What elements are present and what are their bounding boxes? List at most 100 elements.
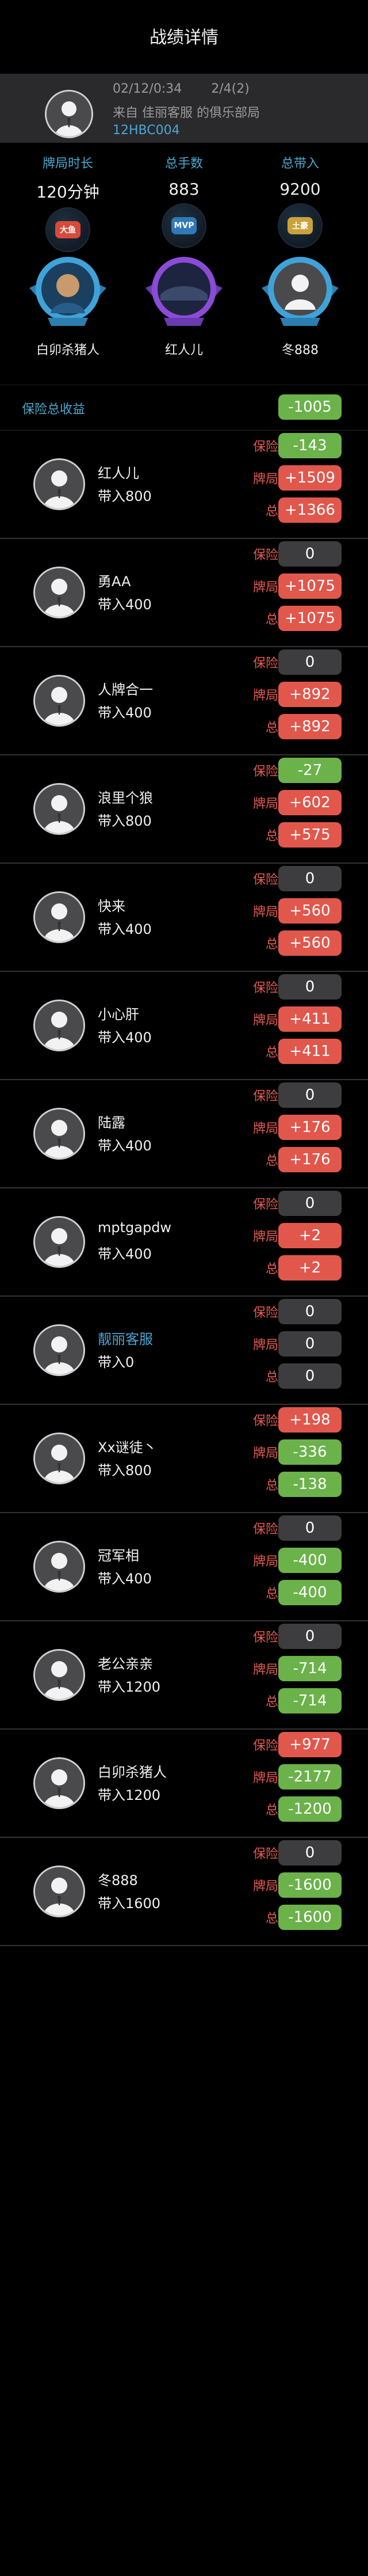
game-round: 2/4(2) (211, 82, 250, 96)
player-name: 靓丽客服 (98, 1331, 153, 1347)
player-buyin: 带入800 (98, 488, 152, 504)
insurance-value: 0 (278, 1840, 342, 1865)
total-value: +411 (278, 1039, 342, 1064)
player-row[interactable]: 冠军相 带入400 保险收益 0 牌局收益 -400 总收益 -400 (0, 1513, 368, 1621)
player-buyin: 带入400 (98, 1029, 152, 1046)
total-value: +176 (278, 1147, 342, 1172)
default-user-icon (47, 92, 91, 136)
player-name: 红人儿 (98, 465, 139, 481)
hand-value: -400 (278, 1548, 342, 1573)
player-avatar[interactable] (33, 1541, 85, 1593)
player-row[interactable]: 冬888 带入1600 保险收益 0 牌局收益 -1600 总收益 -1600 (0, 1838, 368, 1946)
player-name: 浪里个狼 (98, 790, 153, 806)
player-row[interactable]: 人牌合一 带入400 保险收益 0 牌局收益 +892 总收益 +892 (0, 647, 368, 755)
player-buyin: 带入800 (98, 813, 152, 829)
stat-buyin-label: 总带入 (281, 157, 319, 171)
player-buyin: 带入400 (98, 705, 152, 721)
player-row[interactable]: 靓丽客服 带入0 保险收益 0 牌局收益 0 总收益 0 (0, 1297, 368, 1405)
player-buyin: 带入400 (98, 1571, 152, 1587)
player-avatar[interactable] (33, 567, 85, 618)
player-row[interactable]: 浪里个狼 带入800 保险收益 -27 牌局收益 +602 总收益 +575 (0, 755, 368, 864)
hand-value: +1509 (278, 465, 342, 491)
medal-mvp[interactable]: 红人儿 (126, 248, 241, 358)
medal-big-fish[interactable]: 白卯杀猪人 (10, 248, 125, 358)
hand-value: +560 (278, 898, 342, 924)
insurance-value: 0 (278, 649, 342, 675)
player-avatar-icon (35, 1867, 83, 1916)
stat-buyin: 总带入 9200 土豪 (243, 153, 358, 248)
insurance-value: 0 (278, 1299, 342, 1324)
insurance-value: 0 (278, 1082, 342, 1108)
player-row[interactable]: 快来 带入400 保险收益 0 牌局收益 +560 总收益 +560 (0, 864, 368, 972)
player-name: 冠军相 (98, 1548, 139, 1564)
player-buyin: 带入0 (98, 1354, 135, 1370)
hand-value: +411 (278, 1006, 342, 1032)
insurance-value: 0 (278, 1515, 342, 1541)
player-avatar[interactable] (33, 1649, 85, 1701)
player-row[interactable]: 陆露 带入400 保险收益 0 牌局收益 +176 总收益 +176 (0, 1080, 368, 1188)
player-avatar[interactable] (33, 1000, 85, 1051)
hand-value: +602 (278, 790, 342, 815)
insurance-value: 0 (278, 866, 342, 891)
stat-hands: 总手数 883 MVP (126, 153, 241, 248)
hand-value: -1600 (278, 1872, 342, 1898)
game-code: 12HBC004 (113, 123, 180, 138)
total-value: +1075 (278, 606, 342, 631)
player-avatar[interactable] (33, 1433, 85, 1484)
hand-value: +2 (278, 1223, 342, 1248)
stat-duration: 牌局时长 120分钟 大鱼 (10, 153, 125, 252)
total-value: +560 (278, 930, 342, 956)
player-row[interactable]: mptgapdw 带入400 保险收益 0 牌局收益 +2 总收益 +2 (0, 1188, 368, 1297)
player-avatar[interactable] (33, 891, 85, 943)
player-avatar-icon (35, 1326, 83, 1374)
player-avatar[interactable] (33, 675, 85, 727)
player-name: Xx谜徒丶 (98, 1439, 157, 1456)
player-avatar-icon (35, 460, 83, 508)
medal-ring-icon (257, 248, 343, 334)
player-avatar-icon (35, 785, 83, 833)
hand-value: -714 (278, 1656, 342, 1681)
player-avatar-icon (35, 1542, 83, 1591)
player-row[interactable]: 红人儿 带入800 保险收益 -143 牌局收益 +1509 总收益 +1366 (0, 431, 368, 539)
player-avatar[interactable] (33, 1757, 85, 1809)
player-list: 红人儿 带入800 保险收益 -143 牌局收益 +1509 总收益 +1366… (0, 431, 368, 1946)
player-avatar[interactable] (33, 458, 85, 510)
player-row[interactable]: 勇AA 带入400 保险收益 0 牌局收益 +1075 总收益 +1075 (0, 539, 368, 647)
player-buyin: 带入400 (98, 596, 152, 613)
player-name: 小心肝 (98, 1006, 139, 1023)
medal-name: 冬888 (282, 343, 319, 358)
player-avatar-icon (35, 1218, 83, 1266)
player-row[interactable]: 白卯杀猪人 带入1200 保险收益 +977 牌局收益 -2177 总收益 -1… (0, 1730, 368, 1838)
medal-ring-icon (141, 248, 227, 334)
insurance-value: +198 (278, 1407, 342, 1433)
player-row[interactable]: Xx谜徒丶 带入800 保险收益 +198 牌局收益 -336 总收益 -138 (0, 1405, 368, 1513)
player-name: 冬888 (98, 1872, 138, 1889)
total-value: +2 (278, 1255, 342, 1281)
player-avatar-icon (35, 1651, 83, 1699)
player-avatar-icon (35, 1110, 83, 1158)
tycoon-badge-icon: 土豪 (278, 203, 323, 248)
player-name: 陆露 (98, 1115, 125, 1131)
player-name: 快来 (98, 898, 125, 914)
player-buyin: 带入1200 (98, 1787, 161, 1803)
player-name: 人牌合一 (98, 682, 153, 698)
player-row[interactable]: 老公亲亲 带入1200 保险收益 0 牌局收益 -714 总收益 -714 (0, 1621, 368, 1730)
player-avatar[interactable] (33, 783, 85, 835)
player-avatar[interactable] (33, 1216, 85, 1268)
player-avatar[interactable] (33, 1324, 85, 1376)
player-avatar-icon (35, 568, 83, 617)
player-row[interactable]: 小心肝 带入400 保险收益 0 牌局收益 +411 总收益 +411 (0, 972, 368, 1080)
insurance-total-row: 保险总收益 -1005 (0, 385, 368, 431)
game-date: 02/12/0:34 (113, 82, 182, 96)
total-value: +575 (278, 822, 342, 848)
player-avatar[interactable] (33, 1865, 85, 1917)
game-source: 来自 佳丽客服 的俱乐部局 (113, 106, 260, 120)
total-value: +1366 (278, 497, 342, 523)
medal-tycoon[interactable]: 冬888 (243, 248, 358, 358)
player-buyin: 带入400 (98, 921, 152, 937)
stat-hands-value: 883 (168, 180, 200, 199)
insurance-total-label: 保险总收益 (22, 402, 86, 417)
total-value: -1600 (278, 1905, 342, 1930)
player-avatar[interactable] (33, 1108, 85, 1160)
hand-value: +892 (278, 682, 342, 707)
